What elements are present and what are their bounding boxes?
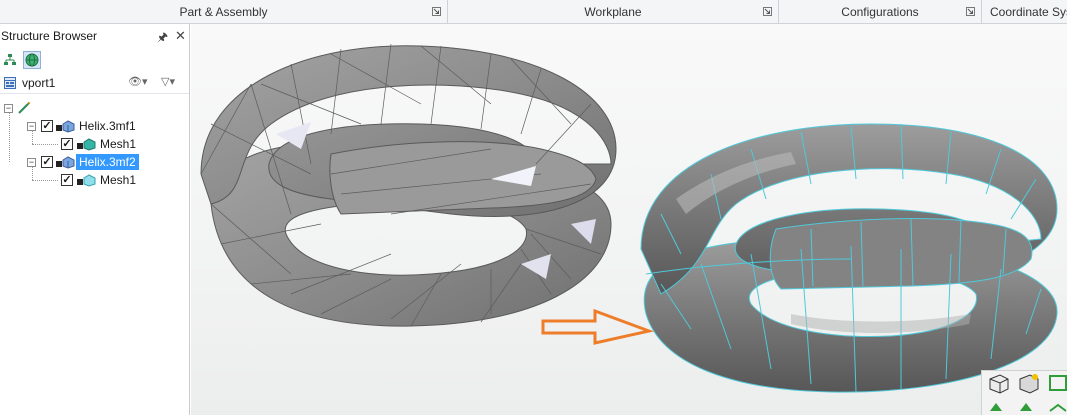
3d-viewport[interactable]	[191, 24, 1067, 415]
viewport-name: vport1	[22, 75, 56, 90]
viewport-selector[interactable]: vport1 👁︎▾ ▽▾	[0, 72, 189, 94]
box-view-icon[interactable]	[989, 374, 1009, 394]
pencil-icon	[18, 101, 31, 114]
ribbon-group-label: Workplane	[584, 5, 642, 19]
panel-header: Structure Browser 🖈︎ ✕	[0, 24, 189, 48]
dialog-launcher-icon[interactable]	[432, 7, 441, 16]
transform-arrow-icon	[541, 308, 655, 345]
pin-icon[interactable]: 🖈︎	[157, 28, 168, 49]
visibility-checkbox[interactable]: ✓	[61, 174, 73, 186]
green-shapes-icon[interactable]	[990, 403, 1067, 412]
box-render-icon[interactable]	[1019, 374, 1039, 394]
scene-canvas	[200, 43, 1058, 393]
faceted-helix-model[interactable]	[200, 43, 617, 327]
collapse-icon[interactable]: −	[4, 103, 13, 113]
ribbon-group-label: Coordinate Sys	[990, 5, 1067, 19]
smooth-helix-model[interactable]	[640, 123, 1058, 393]
collapse-icon[interactable]: −	[27, 121, 36, 131]
ribbon-group-part-assembly: Part & Assembly	[0, 0, 448, 24]
tree-root[interactable]: −	[4, 99, 31, 117]
scene-view-button[interactable]	[23, 51, 41, 69]
browser-toolbar	[0, 48, 189, 72]
tree-item-helix-1[interactable]: − ✓ Helix.3mf1	[27, 117, 139, 135]
mesh-icon	[77, 174, 96, 187]
hierarchy-icon	[4, 54, 16, 65]
ribbon-group-label: Configurations	[841, 5, 919, 19]
binoculars-icon[interactable]: 👁︎▾	[128, 75, 148, 88]
mesh-icon	[77, 138, 96, 151]
tree-item-mesh[interactable]: ✓ Mesh1	[61, 171, 139, 189]
ribbon-group-bar: Part & Assembly Workplane Configurations…	[0, 0, 1067, 24]
tree-item-label: Mesh1	[100, 137, 137, 151]
ribbon-group-workplane: Workplane	[448, 0, 779, 24]
tree-item-mesh[interactable]: ✓ Mesh1	[61, 135, 139, 153]
box-outline-icon[interactable]	[1049, 375, 1067, 391]
visibility-checkbox[interactable]: ✓	[41, 156, 53, 168]
ribbon-group-coordinate-system: Coordinate Sys	[982, 0, 1067, 24]
tree-item-label: Mesh1	[100, 173, 137, 187]
viewport-icon	[4, 76, 16, 89]
tree-item-label: Helix.3mf2	[76, 154, 139, 170]
view-toolbar	[981, 370, 1067, 415]
panel-title: Structure Browser	[1, 29, 98, 43]
ribbon-group-label: Part & Assembly	[179, 5, 268, 19]
visibility-checkbox[interactable]: ✓	[41, 120, 53, 132]
filter-icon[interactable]: ▽▾	[161, 75, 175, 88]
close-icon[interactable]: ✕	[175, 28, 186, 44]
dialog-launcher-icon[interactable]	[966, 7, 975, 16]
tree-item-helix-2[interactable]: − ✓ Helix.3mf2	[27, 153, 139, 171]
assembly-part-icon	[56, 156, 75, 169]
hierarchy-view-button[interactable]	[1, 51, 19, 69]
ribbon-group-configurations: Configurations	[779, 0, 982, 24]
dialog-launcher-icon[interactable]	[763, 7, 772, 16]
collapse-icon[interactable]: −	[27, 157, 36, 167]
globe-icon	[25, 53, 39, 67]
assembly-part-icon	[56, 120, 75, 133]
structure-browser-panel: Structure Browser 🖈︎ ✕ vport1 👁︎▾ ▽▾ − −…	[0, 24, 190, 415]
visibility-checkbox[interactable]: ✓	[61, 138, 73, 150]
tree-item-label: Helix.3mf1	[79, 119, 136, 133]
